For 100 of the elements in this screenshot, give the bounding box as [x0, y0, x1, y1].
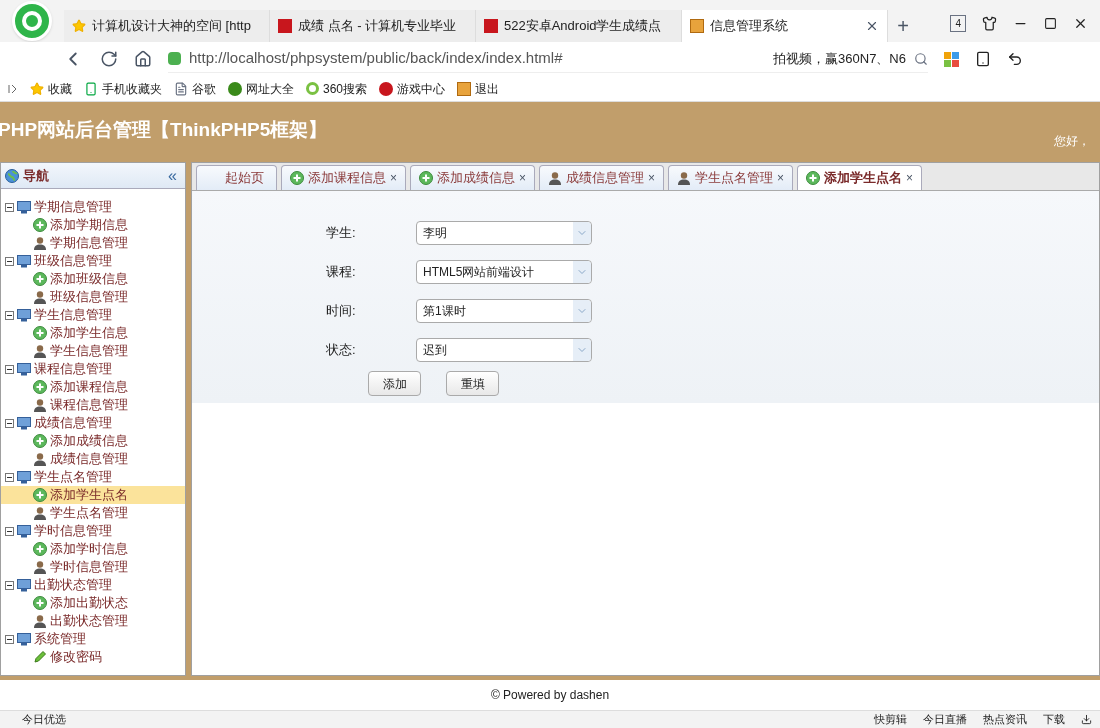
collapse-toggle-icon[interactable] — [5, 580, 14, 590]
download-icon[interactable] — [1081, 714, 1092, 725]
field-label: 学生: — [326, 223, 357, 242]
page-tab[interactable]: 起始页 — [196, 165, 277, 190]
tree-item[interactable]: 学期信息管理 — [34, 197, 112, 217]
user-icon — [33, 236, 47, 250]
field-label: 课程: — [326, 262, 357, 281]
search-icon[interactable] — [914, 51, 928, 66]
maximize-icon[interactable] — [1044, 16, 1057, 30]
bookmark-link[interactable]: 游戏中心 — [379, 79, 446, 98]
field-label: 时间: — [326, 301, 357, 320]
tab-count-badge[interactable]: 4 — [950, 14, 966, 32]
page-tab[interactable]: 成绩信息管理 × — [539, 165, 665, 190]
page-tab[interactable]: 添加学生点名 × — [797, 165, 923, 190]
bookmark-link[interactable]: 网址大全 — [228, 79, 294, 98]
bookmark-link[interactable]: 退出 — [457, 79, 500, 98]
browser-logo-icon[interactable] — [12, 1, 52, 41]
collapse-toggle-icon[interactable] — [5, 634, 14, 644]
undo-icon[interactable] — [1007, 51, 1023, 67]
reload-icon[interactable] — [100, 50, 118, 68]
form-button[interactable]: 重填 — [446, 371, 499, 396]
monitor-icon — [17, 632, 31, 646]
tree-item[interactable]: 课程信息管理 — [1, 396, 185, 414]
new-tab-button[interactable]: + — [888, 10, 918, 42]
monitor-icon — [17, 578, 31, 592]
collapse-toggle-icon[interactable] — [5, 418, 14, 428]
select-field[interactable]: 迟到 — [416, 337, 592, 362]
page-tab[interactable]: 添加课程信息 × — [281, 165, 406, 190]
apps-icon[interactable] — [944, 51, 959, 67]
browser-tab[interactable]: 计算机设计大神的空间 [http — [64, 10, 270, 42]
close-icon[interactable]: × — [906, 169, 914, 187]
collapse-button[interactable]: « — [168, 163, 181, 188]
tree-item[interactable]: 学生信息管理 — [1, 342, 185, 360]
tree-item[interactable]: 添加班级信息 — [1, 270, 185, 288]
collapse-toggle-icon[interactable] — [5, 472, 14, 482]
collapse-toggle-icon[interactable] — [5, 202, 14, 212]
tree-item[interactable]: 添加课程信息 — [1, 378, 185, 396]
status-link[interactable]: 今日直播 — [923, 711, 967, 728]
browser-tab[interactable]: 522安卓Android学生成绩点 — [476, 10, 682, 42]
address-bar[interactable]: http://localhost/phpsystem/public/back/index/index.html# 拍视频，赢360N7、N6 — [168, 45, 928, 73]
form-button[interactable]: 添加 — [368, 371, 421, 396]
select-field[interactable]: 李明 — [416, 220, 592, 245]
bookmark-link[interactable]: 谷歌 — [174, 79, 216, 98]
tree-item[interactable]: 系统管理 — [34, 629, 86, 649]
home-icon[interactable] — [134, 50, 152, 68]
collapse-toggle-icon[interactable] — [5, 364, 14, 374]
status-link[interactable]: 快剪辑 — [874, 711, 907, 728]
status-link[interactable]: 下载 — [1043, 711, 1065, 728]
browser-tab[interactable]: 成绩 点名 - 计算机专业毕业 — [270, 10, 476, 42]
user-icon — [33, 452, 47, 466]
tree-item[interactable]: 班级信息管理 — [34, 251, 112, 271]
site-title: PHP网站后台管理【ThinkPHP5框架】 — [0, 118, 328, 142]
tree-item[interactable]: 学生点名管理 — [1, 504, 185, 522]
tablet-icon[interactable] — [975, 51, 991, 67]
tree-item[interactable]: 添加学生信息 — [1, 324, 185, 342]
tree-item[interactable]: 添加学期信息 — [1, 216, 185, 234]
user-icon — [33, 506, 47, 520]
shirt-icon[interactable] — [982, 15, 997, 31]
monitor-icon — [17, 362, 31, 376]
close-icon[interactable]: × — [777, 169, 785, 187]
tree-item[interactable]: 学时信息管理 — [34, 521, 112, 541]
close-icon[interactable]: × — [390, 169, 397, 187]
status-link[interactable]: 热点资讯 — [983, 711, 1027, 728]
bookmark-link[interactable]: 收藏 — [30, 79, 72, 98]
tree-item[interactable]: 添加学生点名 — [1, 486, 185, 504]
tree-item[interactable]: 添加出勤状态 — [1, 594, 185, 612]
tree-item[interactable]: 成绩信息管理 — [34, 413, 112, 433]
user-icon — [548, 171, 563, 185]
monitor-icon — [17, 200, 31, 214]
select-field[interactable]: HTML5网站前端设计 — [416, 259, 592, 284]
select-field[interactable]: 第1课时 — [416, 298, 592, 323]
page-tab[interactable]: 添加成绩信息 × — [410, 165, 536, 190]
site-logo-icon — [484, 19, 498, 33]
status-text[interactable]: 今日优选 — [8, 711, 66, 728]
tree-item[interactable]: 学期信息管理 — [1, 234, 185, 252]
tree-item[interactable]: 班级信息管理 — [1, 288, 185, 306]
tree-item[interactable]: 添加学时信息 — [1, 540, 185, 558]
bookmark-link[interactable]: 手机收藏夹 — [84, 79, 162, 98]
close-icon[interactable]: × — [648, 169, 656, 187]
browser-tab[interactable]: 信息管理系统 — [682, 10, 888, 42]
collapse-toggle-icon[interactable] — [5, 526, 14, 536]
tree-item[interactable]: 课程信息管理 — [34, 359, 112, 379]
tree-item[interactable]: 学时信息管理 — [1, 558, 185, 576]
tree-item[interactable]: 添加成绩信息 — [1, 432, 185, 450]
sidebar-toggle-icon[interactable] — [8, 83, 18, 94]
close-icon[interactable]: × — [519, 169, 527, 187]
user-icon — [33, 560, 47, 574]
page-tab[interactable]: 学生点名管理 × — [668, 165, 794, 190]
footer-text: © Powered by dashen — [490, 687, 610, 704]
user-icon — [677, 171, 692, 185]
tree-item[interactable]: 学生点名管理 — [34, 467, 112, 487]
tree-item[interactable]: 学生信息管理 — [34, 305, 112, 325]
tree-item[interactable]: 成绩信息管理 — [1, 450, 185, 468]
close-icon[interactable] — [865, 19, 879, 33]
collapse-toggle-icon[interactable] — [5, 256, 14, 266]
tree-item[interactable]: 修改密码 — [1, 648, 185, 666]
tree-item[interactable]: 出勤状态管理 — [34, 575, 112, 595]
tree-item[interactable]: 出勤状态管理 — [1, 612, 185, 630]
bookmark-link[interactable]: 360搜索 — [306, 79, 368, 98]
collapse-toggle-icon[interactable] — [5, 310, 14, 320]
